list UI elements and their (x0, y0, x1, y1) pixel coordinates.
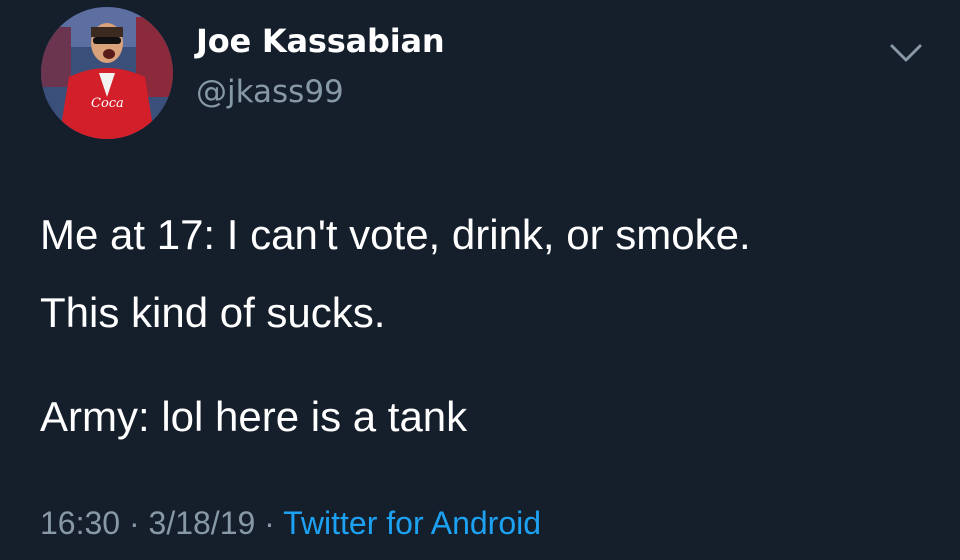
svg-text:Coca: Coca (91, 96, 124, 111)
tweet-source-link[interactable]: Twitter for Android (283, 505, 541, 541)
tweet-date[interactable]: 3/18/19 (149, 505, 256, 541)
tweet-time[interactable]: 16:30 (40, 505, 120, 541)
author-handle[interactable]: @jkass99 (196, 74, 344, 110)
author-display-name[interactable]: Joe Kassabian (196, 22, 445, 60)
avatar-photo: Coca (41, 7, 173, 139)
meta-separator: · (255, 505, 284, 541)
tweet-line: Army: lol here is a tank (40, 393, 468, 440)
tweet-meta: 16:30 · 3/18/19 · Twitter for Android (40, 505, 541, 542)
tweet-card: Coca Joe Kassabian @jkass99 Me at 17: I … (0, 0, 960, 560)
chevron-down-icon[interactable] (886, 38, 926, 66)
tweet-line: Me at 17: I can't vote, drink, or smoke. (40, 211, 751, 258)
meta-separator: · (120, 505, 149, 541)
author-avatar[interactable]: Coca (41, 7, 173, 139)
tweet-line: This kind of sucks. (40, 289, 386, 336)
